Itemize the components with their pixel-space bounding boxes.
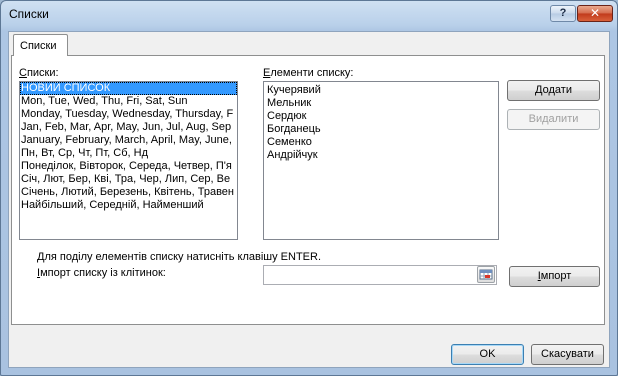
list-entries-label: Елементи списку: bbox=[263, 67, 353, 79]
tab-panel-lists: Списки: НОВИЙ СПИСОК Mon, Tue, Wed, Thu, … bbox=[11, 55, 605, 325]
lists-dialog: Списки ? ✕ Списки Списки: НОВИЙ СПИСОК Mo… bbox=[0, 0, 618, 376]
list-entry-line: Андрійчук bbox=[267, 149, 318, 161]
import-range-label: Імпорт списку із клітинок: bbox=[37, 267, 166, 279]
tab-lists[interactable]: Списки bbox=[13, 34, 68, 56]
lists-listbox[interactable]: НОВИЙ СПИСОК Mon, Tue, Wed, Thu, Fri, Sat… bbox=[19, 81, 238, 240]
collapse-dialog-button[interactable] bbox=[477, 266, 495, 283]
close-button[interactable]: ✕ bbox=[577, 5, 613, 22]
ok-button[interactable]: OK bbox=[451, 344, 524, 365]
lists-label-accel: С bbox=[19, 67, 27, 79]
import-hint: Для поділу елементів списку натисніть кл… bbox=[37, 251, 322, 263]
list-entries-label-text: лементи списку: bbox=[270, 67, 354, 79]
window-title: Списки bbox=[9, 7, 49, 21]
lists-label: Списки: bbox=[19, 67, 59, 79]
range-select-icon bbox=[479, 269, 493, 280]
list-item[interactable]: Січ, Лют, Бер, Кві, Тра, Чер, Лип, Сер, … bbox=[20, 173, 237, 186]
list-item[interactable]: Jan, Feb, Mar, Apr, May, Jun, Jul, Aug, … bbox=[20, 121, 237, 134]
add-button[interactable]: Додати bbox=[507, 80, 600, 101]
list-item[interactable]: Пн, Вт, Ср, Чт, Пт, Сб, Нд bbox=[20, 147, 237, 160]
lists-label-text: писки: bbox=[26, 67, 59, 79]
list-entry-line: Сердюк bbox=[267, 110, 307, 122]
close-icon: ✕ bbox=[589, 6, 601, 20]
lists-items: НОВИЙ СПИСОК Mon, Tue, Wed, Thu, Fri, Sat… bbox=[20, 82, 237, 212]
help-icon: ? bbox=[559, 7, 567, 19]
delete-button[interactable]: Видалити bbox=[507, 109, 600, 130]
list-entry-line: Богданець bbox=[267, 123, 321, 135]
list-entry-line: Мельник bbox=[267, 97, 312, 109]
list-item[interactable]: Найбільший, Середній, Найменший bbox=[20, 199, 237, 212]
delete-button-label: Видалити bbox=[528, 113, 579, 125]
list-item[interactable]: January, February, March, April, May, Ju… bbox=[20, 134, 237, 147]
ok-button-label: OK bbox=[479, 348, 496, 360]
list-item[interactable]: Понеділок, Вівторок, Середа, Четвер, П'я bbox=[20, 160, 237, 173]
list-item[interactable]: Січень, Лютий, Березень, Квітень, Травен bbox=[20, 186, 237, 199]
list-item[interactable]: НОВИЙ СПИСОК bbox=[20, 82, 237, 95]
help-button[interactable]: ? bbox=[550, 5, 576, 22]
cancel-button-label: Скасувати bbox=[541, 348, 594, 360]
add-button-label: одати bbox=[542, 84, 572, 96]
dialog-body: Списки Списки: НОВИЙ СПИСОК Mon, Tue, Wed… bbox=[8, 31, 610, 368]
list-entry-line: Семенко bbox=[267, 136, 312, 148]
title-bar[interactable]: Списки ? ✕ bbox=[1, 1, 617, 29]
tab-lists-label: Списки bbox=[20, 40, 57, 52]
add-button-accel: Д bbox=[535, 84, 543, 96]
list-entry-line: Кучерявий bbox=[267, 84, 321, 96]
cancel-button[interactable]: Скасувати bbox=[531, 344, 604, 365]
list-entries-textarea[interactable]: Кучерявий Мельник Сердюк Богданець Семенко Ан… bbox=[263, 81, 499, 240]
import-range-input[interactable] bbox=[263, 265, 497, 285]
list-item[interactable]: Mon, Tue, Wed, Thu, Fri, Sat, Sun bbox=[20, 95, 237, 108]
import-button-label: мпорт bbox=[540, 270, 572, 282]
list-item[interactable]: Monday, Tuesday, Wednesday, Thursday, F bbox=[20, 108, 237, 121]
import-button[interactable]: Імпорт bbox=[509, 266, 600, 287]
list-entries-lines: Кучерявий Мельник Сердюк Богданець Семенко Ан… bbox=[267, 84, 495, 162]
import-range-label-text: мпорт списку із клітинок: bbox=[40, 267, 166, 279]
